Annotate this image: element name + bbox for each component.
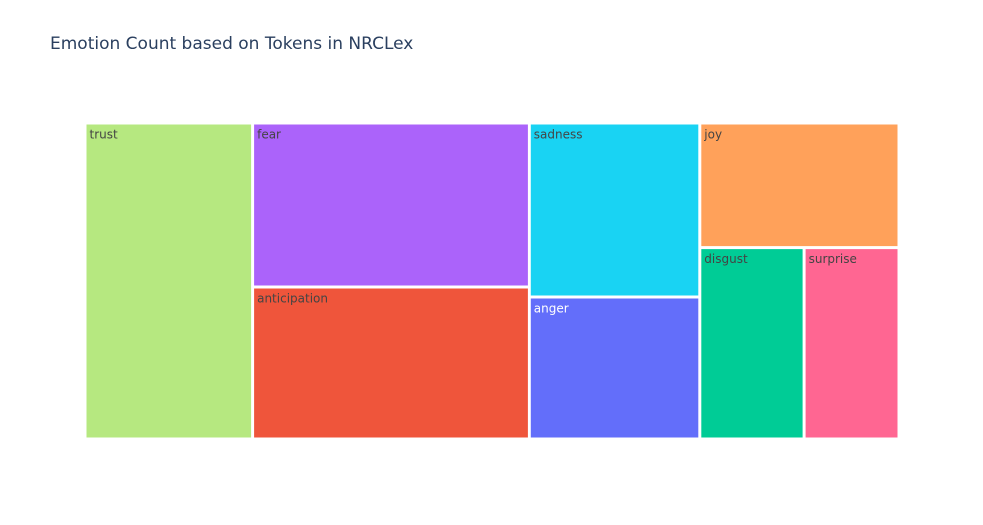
treemap-rect[interactable]: [86, 124, 252, 438]
treemap-tile-joy[interactable]: joy: [701, 124, 898, 247]
treemap-label: fear: [257, 128, 281, 142]
treemap-label: disgust: [704, 252, 748, 266]
treemap-chart: trust fear anticipation sadness anger joy disg…: [86, 124, 898, 438]
treemap-rect[interactable]: [805, 249, 898, 438]
treemap-rect[interactable]: [701, 124, 898, 247]
treemap-label: joy: [703, 128, 722, 142]
treemap-rect[interactable]: [530, 298, 699, 438]
treemap-rect[interactable]: [254, 288, 528, 438]
treemap-label: anger: [534, 302, 569, 316]
treemap-tile-disgust[interactable]: disgust: [701, 249, 803, 438]
treemap-rect[interactable]: [254, 124, 528, 286]
treemap-tile-anticipation[interactable]: anticipation: [254, 288, 528, 438]
treemap-label: surprise: [809, 252, 857, 266]
treemap-tile-anger[interactable]: anger: [530, 298, 699, 438]
treemap-label: sadness: [534, 128, 583, 142]
treemap-label: anticipation: [257, 292, 328, 306]
treemap-tile-trust[interactable]: trust: [86, 124, 252, 438]
treemap-tile-surprise[interactable]: surprise: [805, 249, 898, 438]
treemap-rect[interactable]: [701, 249, 803, 438]
treemap-tile-sadness[interactable]: sadness: [530, 124, 699, 296]
treemap-tile-fear[interactable]: fear: [254, 124, 528, 286]
treemap-rect[interactable]: [530, 124, 699, 296]
treemap-label: trust: [90, 128, 118, 142]
